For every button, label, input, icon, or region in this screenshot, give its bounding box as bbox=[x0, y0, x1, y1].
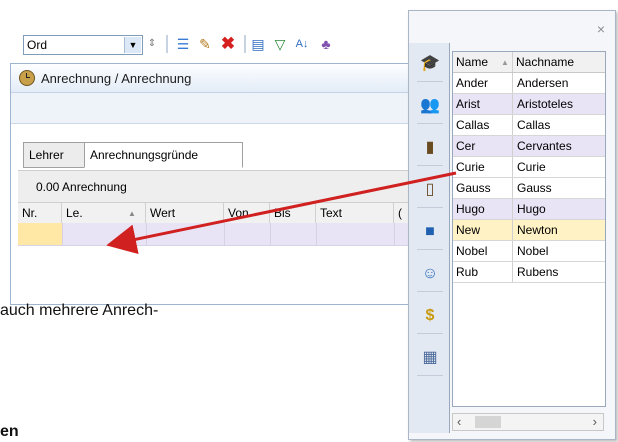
col-nr[interactable]: Nr. bbox=[18, 203, 62, 223]
list-item[interactable]: New Newton bbox=[453, 220, 605, 241]
list-item[interactable]: Nobel Nobel bbox=[453, 241, 605, 262]
list-item[interactable]: Cer Cervantes bbox=[453, 136, 605, 157]
combo-value: Ord bbox=[27, 38, 48, 52]
list-item-surname: Rubens bbox=[517, 265, 559, 279]
list-item-surname: Nobel bbox=[517, 244, 549, 258]
close-icon[interactable]: × bbox=[597, 21, 605, 37]
scroll-left-icon[interactable]: ‹ bbox=[457, 414, 461, 430]
group-icon[interactable]: 👥 bbox=[417, 89, 443, 124]
list-item-name: Ander bbox=[453, 73, 513, 93]
teacher-list: Name ▲ Nachname Ander Andersen Arist Aristo… bbox=[452, 51, 606, 407]
list-item-name: Nobel bbox=[453, 241, 513, 261]
panel-sidebar: 🎓 👥 ▮ ▯ ■ ☺ $ ▦ bbox=[409, 43, 450, 433]
cell-divider bbox=[270, 223, 271, 245]
col-nachname[interactable]: Nachname bbox=[513, 52, 605, 72]
tab-lehrer[interactable]: Lehrer bbox=[23, 142, 86, 168]
sort-icon[interactable]: A↓ bbox=[294, 35, 310, 53]
combo-arrow-icon[interactable]: ▼ bbox=[124, 37, 141, 53]
room-icon[interactable]: ▯ bbox=[417, 173, 443, 208]
doc-bold-text: en bbox=[0, 423, 19, 440]
list-item-name: New bbox=[453, 220, 513, 240]
window-title: Anrechnung / Anrechnung bbox=[41, 71, 192, 86]
dollar-icon[interactable]: $ bbox=[417, 299, 443, 334]
toolbar bbox=[11, 93, 447, 124]
list-item-surname: Hugo bbox=[517, 202, 546, 216]
tab-anrechnungsgruende[interactable]: Anrechnungsgründe bbox=[84, 142, 243, 168]
filter-icon[interactable]: ▽ bbox=[272, 35, 288, 53]
list-item[interactable]: Ander Andersen bbox=[453, 73, 605, 94]
list-item[interactable]: Callas Callas bbox=[453, 115, 605, 136]
list-header: Name ▲ Nachname bbox=[453, 52, 605, 73]
list-item[interactable]: Hugo Hugo bbox=[453, 199, 605, 220]
selected-cell[interactable] bbox=[18, 223, 62, 245]
cell-divider bbox=[316, 223, 317, 245]
list-item-name: Rub bbox=[453, 262, 513, 282]
cell-divider bbox=[224, 223, 225, 245]
clock-icon bbox=[19, 70, 35, 86]
list-item-name: Arist bbox=[453, 94, 513, 114]
col-wert[interactable]: Wert bbox=[146, 203, 224, 223]
report-icon[interactable]: ▤ bbox=[250, 35, 266, 53]
list-item-name: Gauss bbox=[453, 178, 513, 198]
list-icon[interactable]: ☰ bbox=[175, 35, 191, 53]
horizontal-scrollbar[interactable]: ‹ › bbox=[452, 413, 604, 431]
grid-header: Nr. Le. ▲ Wert Von Bis Text ( bbox=[18, 202, 446, 224]
person-icon[interactable]: ☺ bbox=[417, 257, 443, 292]
door-icon[interactable]: ▮ bbox=[417, 131, 443, 166]
delete-icon[interactable]: ✖ bbox=[219, 35, 237, 53]
graduation-cap-icon[interactable]: 🎓 bbox=[417, 47, 443, 82]
list-item-surname: Callas bbox=[517, 118, 551, 132]
list-item-name: Callas bbox=[453, 115, 513, 135]
sort-asc-icon: ▲ bbox=[128, 209, 136, 218]
col-von[interactable]: Von bbox=[224, 203, 270, 223]
cell-divider bbox=[394, 223, 395, 245]
teacher-list-panel: × 🎓 👥 ▮ ▯ ■ ☺ $ ▦ Name ▲ Nachname Ander A… bbox=[408, 10, 616, 440]
list-item-name: Cer bbox=[453, 136, 513, 156]
list-item-surname: Curie bbox=[517, 160, 546, 174]
col-bis[interactable]: Bis bbox=[270, 203, 316, 223]
table-row[interactable] bbox=[18, 223, 446, 246]
book-icon[interactable]: ■ bbox=[417, 215, 443, 250]
scroll-right-icon[interactable]: › bbox=[593, 414, 597, 430]
ord-combobox[interactable]: Ord ▼ bbox=[23, 35, 143, 55]
list-item[interactable]: Curie Curie bbox=[453, 157, 605, 178]
list-item[interactable]: Gauss Gauss bbox=[453, 178, 605, 199]
cell-divider bbox=[62, 223, 63, 245]
summary-text: 0.00 Anrechnung bbox=[36, 180, 127, 194]
doc-text-line: auch mehrere Anrech- bbox=[0, 302, 159, 319]
toolbar-separator bbox=[166, 35, 168, 53]
list-item-surname: Andersen bbox=[517, 76, 569, 90]
spinner-icon[interactable]: ⇕ bbox=[146, 35, 158, 53]
list-item-surname: Aristoteles bbox=[517, 97, 574, 111]
new-doc-icon[interactable]: ✎ bbox=[197, 35, 213, 53]
sort-asc-icon: ▲ bbox=[501, 58, 509, 67]
list-item-name: Hugo bbox=[453, 199, 513, 219]
window-titlebar: Anrechnung / Anrechnung bbox=[11, 64, 447, 93]
list-item-surname: Gauss bbox=[517, 181, 552, 195]
list-item-surname: Newton bbox=[517, 223, 558, 237]
toolbar-separator bbox=[244, 35, 246, 53]
list-item[interactable]: Rub Rubens bbox=[453, 262, 605, 283]
anrechnung-grid: Nr. Le. ▲ Wert Von Bis Text ( bbox=[18, 202, 446, 262]
summary-bar: 0.00 Anrechnung bbox=[18, 170, 446, 203]
scroll-thumb[interactable] bbox=[475, 416, 501, 428]
col-text[interactable]: Text bbox=[316, 203, 394, 223]
people-icon[interactable]: ♣ bbox=[318, 35, 334, 53]
table-icon[interactable]: ▦ bbox=[417, 341, 443, 376]
list-item[interactable]: Arist Aristoteles bbox=[453, 94, 605, 115]
list-item-surname: Cervantes bbox=[517, 139, 572, 153]
cell-divider bbox=[146, 223, 147, 245]
list-item-name: Curie bbox=[453, 157, 513, 177]
